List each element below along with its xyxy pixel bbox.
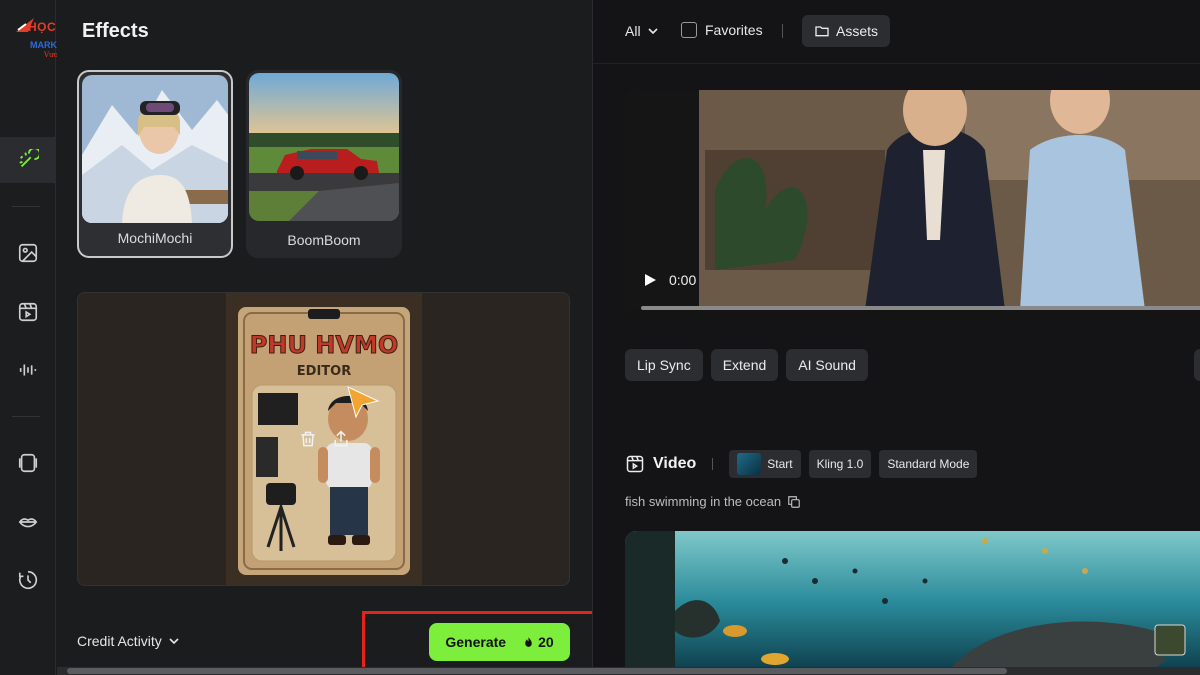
share-icon[interactable] (331, 429, 351, 449)
history-icon (18, 570, 38, 590)
effect-thumbnail (82, 75, 228, 223)
header-divider (712, 458, 714, 470)
rail-item-lips[interactable] (0, 499, 56, 545)
folder-icon (815, 26, 829, 37)
rail-item-effects[interactable] (0, 137, 56, 183)
horizontal-scrollbar[interactable] (57, 667, 1200, 675)
scrollbar-thumb[interactable] (67, 668, 1007, 674)
effect-label: BoomBoom (287, 232, 361, 248)
effect-label: MochiMochi (117, 230, 193, 246)
video-progress-bar[interactable] (641, 306, 1200, 310)
assets-panel: All Favorites Assets 0:00 Lip Sync Exten… (592, 0, 1200, 675)
effect-card-boomboom[interactable]: BoomBoom (246, 70, 402, 258)
rail-item-frame[interactable] (0, 440, 56, 486)
extend-button[interactable]: Extend (710, 349, 779, 381)
more-actions-button[interactable] (1194, 349, 1200, 381)
assets-button[interactable]: Assets (802, 15, 890, 47)
start-frame-thumbnail (737, 453, 762, 475)
generate-label: Generate (445, 634, 507, 650)
chip-start[interactable]: Start (729, 450, 801, 478)
rail-divider (12, 206, 40, 207)
effect-preview: PHU HVMO EDITOR (77, 292, 570, 586)
page-title: Effects (82, 20, 149, 42)
delete-icon[interactable] (298, 429, 318, 449)
video-icon (18, 302, 38, 322)
left-rail (0, 0, 56, 675)
toy-subtitle: EDITOR (297, 364, 351, 379)
rail-divider (12, 416, 40, 417)
generate-cost: 20 (538, 634, 554, 650)
chip-mode[interactable]: Standard Mode (879, 450, 978, 478)
assets-label: Assets (835, 23, 878, 39)
cursor-pointer-icon (347, 386, 380, 419)
checkbox-box (681, 22, 697, 38)
lip-sync-button[interactable]: Lip Sync (625, 349, 703, 381)
ai-sound-button[interactable]: AI Sound (786, 349, 868, 381)
generate-button[interactable]: Generate 20 (429, 623, 570, 661)
prompt-text: fish swimming in the ocean (625, 494, 782, 509)
audio-icon (19, 364, 37, 376)
favorites-checkbox[interactable]: Favorites (681, 22, 763, 38)
effect-thumbnail (249, 73, 399, 221)
rail-item-video[interactable] (0, 289, 56, 335)
assets-topbar: All Favorites Assets (593, 0, 1200, 64)
play-icon[interactable] (643, 273, 657, 287)
video-frame-image (625, 90, 1200, 330)
video-time: 0:00 (669, 272, 697, 288)
rail-item-history[interactable] (0, 557, 56, 603)
chevron-down-icon (647, 28, 658, 35)
chip-start-label: Start (767, 457, 793, 471)
video-item-header: Video Start Kling 1.0 Standard Mode (625, 450, 978, 478)
filter-label: All (625, 23, 641, 39)
topbar-divider (782, 24, 783, 38)
effects-icon (19, 149, 39, 168)
toy-title: PHU HVMO (250, 331, 398, 359)
lips-icon (18, 518, 38, 528)
video-player[interactable]: 0:00 (625, 90, 1200, 330)
favorites-label: Favorites (705, 22, 763, 38)
ocean-video-thumbnail[interactable] (625, 531, 1200, 675)
effect-card-mochimochi[interactable]: MochiMochi (77, 70, 233, 258)
video-item-title: Video (653, 455, 697, 472)
chevron-down-icon (169, 638, 179, 645)
rail-item-audio[interactable] (0, 347, 56, 393)
video-controls: 0:00 (643, 272, 696, 288)
credit-activity-label: Credit Activity (77, 633, 162, 649)
video-icon (626, 455, 644, 473)
flame-icon (525, 636, 532, 647)
video-prompt: fish swimming in the ocean (625, 494, 801, 509)
frame-icon (18, 453, 38, 473)
copy-icon[interactable] (787, 495, 801, 509)
filter-all-dropdown[interactable]: All (625, 23, 659, 39)
chip-model[interactable]: Kling 1.0 (808, 450, 872, 478)
video-actions: Lip Sync Extend AI Sound (625, 349, 868, 381)
image-icon (18, 243, 38, 263)
credit-activity-dropdown[interactable]: Credit Activity (77, 633, 180, 649)
rail-item-image[interactable] (0, 230, 56, 276)
ocean-image (625, 531, 1200, 675)
toy-package-image: PHU HVMO EDITOR (238, 307, 410, 575)
credit-cost: 20 (522, 634, 554, 650)
